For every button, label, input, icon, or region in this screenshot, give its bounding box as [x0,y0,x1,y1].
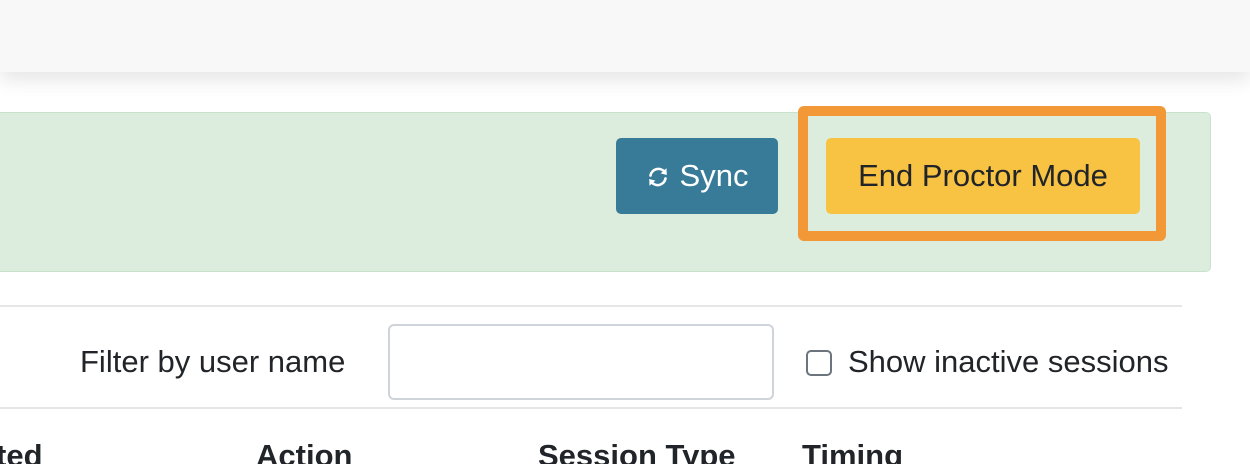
show-inactive-checkbox[interactable] [806,350,832,376]
divider-top [0,305,1182,307]
sync-icon [646,165,670,189]
top-navbar [0,0,1250,72]
end-proctor-mode-button[interactable]: End Proctor Mode [826,138,1140,214]
end-proctor-mode-label: End Proctor Mode [858,158,1108,193]
table-header-started[interactable]: ted [0,436,43,464]
table-header-action[interactable]: Action [256,436,352,464]
filter-label: Filter by user name [80,344,346,379]
table-header-timing[interactable]: Timing [802,436,903,464]
proctor-dashboard: Sync End Proctor Mode Filter by user nam… [0,0,1250,464]
divider-bottom [0,407,1182,409]
show-inactive-label[interactable]: Show inactive sessions [848,340,1169,384]
sync-button-label: Sync [679,158,749,193]
filter-by-user-name-input[interactable] [388,324,774,400]
table-header-session-type[interactable]: Session Type [538,436,736,464]
sync-button[interactable]: Sync [616,138,778,214]
